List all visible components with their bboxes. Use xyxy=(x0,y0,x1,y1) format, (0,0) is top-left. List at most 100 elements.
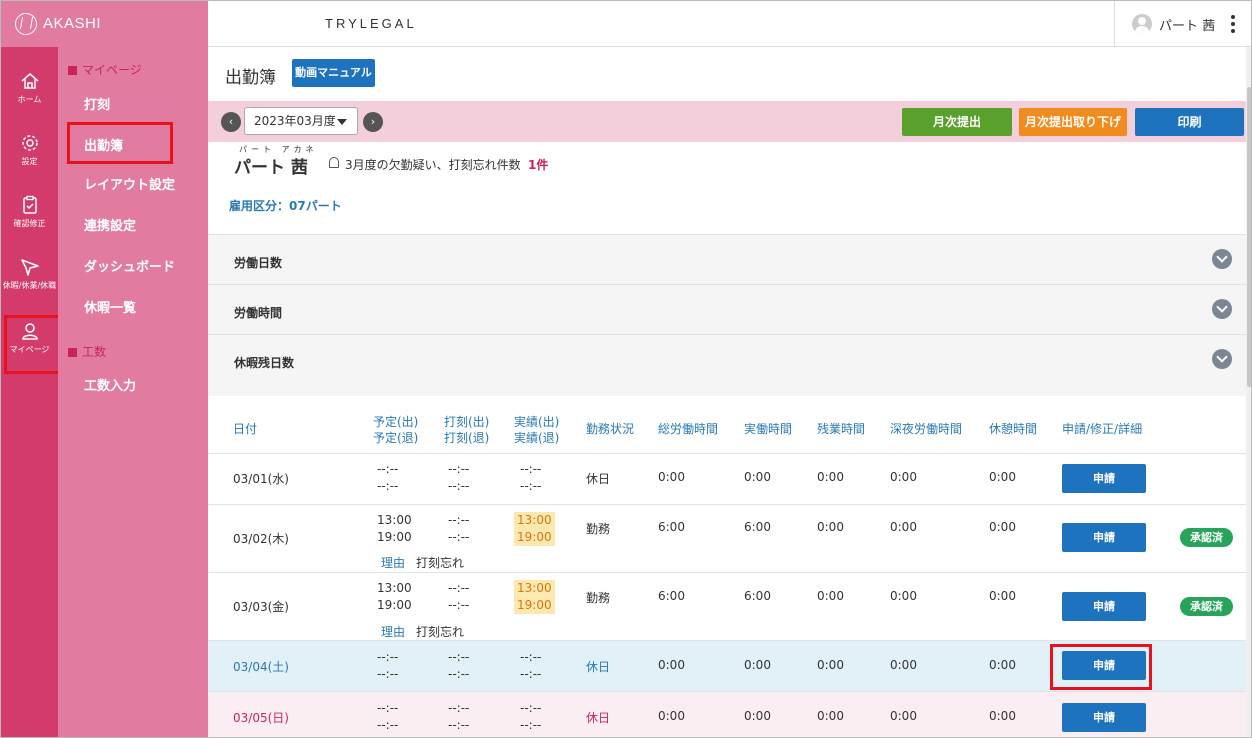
row-total: 0:00 xyxy=(658,470,685,484)
actual-out: 19:00 xyxy=(517,530,552,544)
actual-in: 13:00 xyxy=(517,513,552,527)
actual-out: 19:00 xyxy=(517,598,552,612)
alert-count[interactable]: 1件 xyxy=(528,156,548,173)
rail-item-review[interactable]: 確認修正 xyxy=(1,185,58,247)
next-month-button[interactable]: › xyxy=(363,112,383,132)
rail-item-leave[interactable]: 休暇/休業/休職 xyxy=(1,247,58,309)
month-select[interactable]: 2023年03月度 xyxy=(244,107,358,135)
caret-down-icon xyxy=(337,119,347,125)
row-overtime: 0:00 xyxy=(817,470,844,484)
submenu-item-dashboard[interactable]: ダッシュボード xyxy=(84,256,175,275)
apply-button[interactable]: 申請 xyxy=(1062,592,1146,621)
highlight-box-apply xyxy=(1050,644,1152,690)
row-overtime: 0:00 xyxy=(817,589,844,603)
rail-item-home[interactable]: ホーム xyxy=(1,61,58,123)
approved-badge: 承認済 xyxy=(1180,597,1233,616)
scheduled-in: --:-- xyxy=(377,462,399,476)
month-select-value: 2023年03月度 xyxy=(254,114,336,128)
stamp-in: --:-- xyxy=(448,462,470,476)
home-icon xyxy=(21,73,38,89)
row-scheduled: 13:00 19:00 xyxy=(377,512,412,546)
accordion-leave-balance[interactable]: 休暇残日数 xyxy=(208,334,1246,384)
rail-item-settings[interactable]: 設定 xyxy=(1,123,58,185)
monthly-submit-button[interactable]: 月次提出 xyxy=(902,108,1012,136)
highlight-box-attendance xyxy=(67,122,173,164)
apply-button[interactable]: 申請 xyxy=(1062,523,1146,552)
scrollbar-thumb[interactable] xyxy=(1247,87,1251,387)
company-name: TRYLEGAL xyxy=(325,16,417,31)
header-status: 勤務状況 xyxy=(586,422,635,436)
row-night: 0:00 xyxy=(890,658,917,672)
row-break: 0:00 xyxy=(989,470,1016,484)
chevron-down-icon[interactable] xyxy=(1212,349,1232,369)
row-break: 0:00 xyxy=(989,658,1016,672)
scrollbar[interactable] xyxy=(1246,47,1251,737)
actual-out: --:-- xyxy=(520,479,542,493)
accordion-work-days[interactable]: 労働日数 xyxy=(208,234,1246,284)
row-stamp: --:-- --:-- xyxy=(448,700,469,734)
row-scheduled: --:-- --:-- xyxy=(377,649,398,683)
row-status: 休日 xyxy=(586,660,611,674)
submenu-item-punch[interactable]: 打刻 xyxy=(84,94,110,113)
collapse-icon xyxy=(68,348,77,357)
header-total: 総労働時間 xyxy=(658,422,719,436)
submenu-section-manhours[interactable]: 工数 xyxy=(68,343,106,360)
header-stamp-in: 打刻(出) xyxy=(444,415,490,429)
gear-icon xyxy=(21,135,38,151)
row-break: 0:00 xyxy=(989,589,1016,603)
actual-in: --:-- xyxy=(520,650,542,664)
chevron-down-icon[interactable] xyxy=(1212,299,1232,319)
rail-label: 確認修正 xyxy=(13,219,46,228)
user-menu[interactable]: パート 茜 xyxy=(1114,1,1251,47)
print-button[interactable]: 印刷 xyxy=(1135,108,1244,136)
scheduled-in: --:-- xyxy=(377,650,399,664)
avatar xyxy=(1132,14,1152,34)
employee-name: パート 茜 xyxy=(234,158,308,178)
collapse-icon xyxy=(68,66,77,75)
row-total: 0:00 xyxy=(658,658,685,672)
video-manual-button[interactable]: 動画マニュアル xyxy=(292,59,375,87)
brand-bar: AKASHI xyxy=(1,1,208,47)
header-break: 休憩時間 xyxy=(989,422,1038,436)
accordion-title: 労働時間 xyxy=(234,306,283,320)
row-night: 0:00 xyxy=(890,709,917,723)
app-window: ホーム 設定 確認修正 休暇/休業/休職 マイページ AKASHI マイページ … xyxy=(0,0,1252,738)
monthly-withdraw-button[interactable]: 月次提出取り下げ xyxy=(1019,108,1127,136)
rail-label: ホーム xyxy=(17,95,42,104)
scheduled-in: 13:00 xyxy=(377,581,412,595)
section-label: 工数 xyxy=(82,345,107,359)
bell-icon xyxy=(329,157,339,168)
row-total: 0:00 xyxy=(658,709,685,723)
row-stamp: --:-- --:-- xyxy=(448,580,469,614)
scheduled-out: 19:00 xyxy=(377,598,412,612)
header-stamp-out: 打刻(退) xyxy=(444,431,490,445)
scheduled-out: --:-- xyxy=(377,479,399,493)
user-name: パート 茜 xyxy=(1159,19,1216,34)
scheduled-out: 19:00 xyxy=(377,530,412,544)
reason-value: 打刻忘れ xyxy=(416,556,465,570)
row-scheduled: --:-- --:-- xyxy=(377,700,398,734)
scheduled-in: --:-- xyxy=(377,701,399,715)
rail-label: 設定 xyxy=(21,157,38,166)
submenu-item-leave-list[interactable]: 休暇一覧 xyxy=(84,297,136,316)
header-actual: 実績(出) 実績(退) xyxy=(514,414,559,446)
header-work: 実働時間 xyxy=(744,422,793,436)
submenu-item-layout[interactable]: レイアウト設定 xyxy=(84,174,175,193)
submenu-item-integration[interactable]: 連携設定 xyxy=(84,215,136,234)
page-title: 出勤簿 xyxy=(225,68,276,88)
scheduled-out: --:-- xyxy=(377,667,399,681)
kebab-menu-icon[interactable] xyxy=(1231,15,1235,33)
apply-button[interactable]: 申請 xyxy=(1062,703,1146,732)
employment-type: 雇用区分：07パート xyxy=(229,199,342,213)
section-spacer xyxy=(208,384,1246,396)
submenu-item-manhour-input[interactable]: 工数入力 xyxy=(84,375,136,394)
accordion-title: 休暇残日数 xyxy=(234,356,295,370)
scheduled-out: --:-- xyxy=(377,718,399,732)
header-scheduled: 予定(出) 予定(退) xyxy=(373,414,418,446)
chevron-down-icon[interactable] xyxy=(1212,249,1232,269)
submenu-section-mypage[interactable]: マイページ xyxy=(68,61,142,78)
accordion-work-hours[interactable]: 労働時間 xyxy=(208,284,1246,334)
prev-month-button[interactable]: ‹ xyxy=(221,112,241,132)
stamp-in: --:-- xyxy=(448,581,470,595)
apply-button[interactable]: 申請 xyxy=(1062,464,1146,493)
